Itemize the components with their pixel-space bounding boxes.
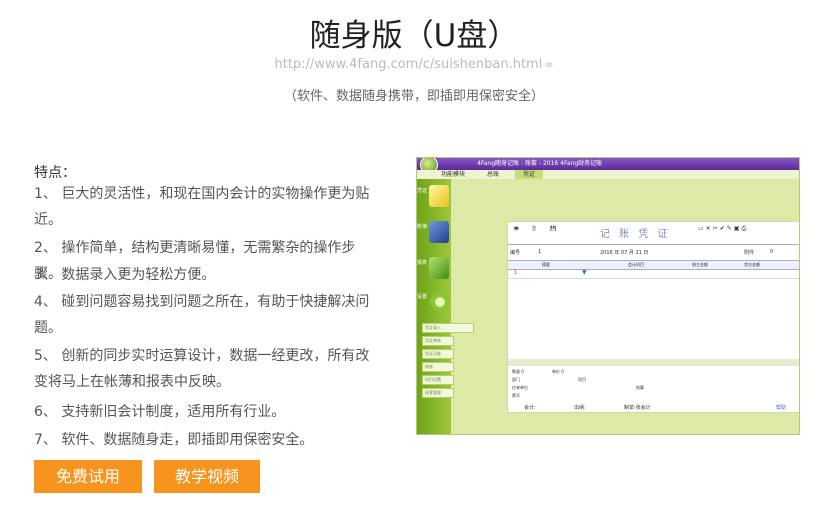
footer-preparer: 制单:张会计 xyxy=(624,405,651,411)
row-no: 1 xyxy=(514,270,518,276)
col-account: 会计科目 xyxy=(628,262,644,267)
ledger-book-icon xyxy=(429,221,449,243)
voucher-icon xyxy=(429,185,449,207)
free-trial-button[interactable]: 免费试用 xyxy=(34,460,142,493)
page-url-text[interactable]: http://www.4fang.com/c/suishenban.html xyxy=(274,57,542,72)
footer-field: 结算 xyxy=(636,385,644,390)
app-menu-item: 总账 xyxy=(487,171,500,178)
footer-field: 单价 0 xyxy=(552,369,564,374)
footer-field: 部门 xyxy=(512,377,520,382)
app-sub-link: 凭证记账 xyxy=(422,349,454,359)
app-menu-bar: 功能模块 总账 凭证 xyxy=(417,170,799,179)
app-window-title: 4Fang随身记账 - 账套 - 2016 4Fang财务记账 xyxy=(477,160,603,167)
col-debit: 借方金额 xyxy=(692,262,708,267)
toolbar-icons: ▭✕✂✔✎▣⎙ xyxy=(698,225,749,232)
gear-icon xyxy=(429,291,451,313)
report-icon xyxy=(429,257,449,279)
link-icon[interactable]: ∞ xyxy=(544,58,553,71)
col-credit: 贷方金额 xyxy=(744,262,760,267)
help-link: 帮助 xyxy=(776,405,787,411)
voucher-date: 2016 年 07 月 21 日 xyxy=(600,250,649,256)
voucher-grid-row: 1 ▼ xyxy=(508,269,799,279)
voucher-no-label: 编号 xyxy=(510,250,521,256)
features-heading: 特点： xyxy=(34,165,76,181)
footer-field: 项目 xyxy=(578,377,586,382)
save-icon: 💾 xyxy=(550,226,557,232)
page-url[interactable]: http://www.4fang.com/c/suishenban.html ∞ xyxy=(0,57,828,72)
title-underline xyxy=(508,244,799,245)
feature-item: 4、 碰到问题容易找到问题之所在，有助于快捷解决问题。 xyxy=(34,294,370,336)
page-subtitle: （软件、数据随身携带，即插即用保密安全） xyxy=(283,89,544,104)
attach-count: 0 xyxy=(770,249,774,255)
tutorial-video-button[interactable]: 教学视频 xyxy=(154,460,260,493)
app-sub-link: 凭证录入 xyxy=(422,323,474,333)
app-sub-link: 科目设置 xyxy=(422,375,454,385)
page-title: 随身版（U盘） xyxy=(309,18,519,54)
footer-accountant: 会计: xyxy=(524,405,536,411)
feature-item: 3、 数据录入更为轻松方便。 xyxy=(34,267,216,283)
voucher-no: 1 xyxy=(538,249,542,255)
footer-field: 数量 0 xyxy=(512,369,524,374)
document-icon: 🗎 xyxy=(532,226,537,232)
voucher-title: 记 账 凭 证 xyxy=(600,229,671,240)
feature-item: 6、 支持新旧会计制度，适用所有行业。 xyxy=(34,404,286,420)
app-sidebar-label: 报表 xyxy=(417,260,428,266)
attach-label: 附件 xyxy=(744,250,755,256)
feature-item: 1、 巨大的灵活性，和现在国内会计的实物操作更为贴近。 xyxy=(34,186,370,228)
footer-cashier: 出纳: xyxy=(574,405,586,411)
app-sub-link: 账套管理 xyxy=(422,388,454,398)
app-menu-item: 凭证 xyxy=(515,170,544,179)
app-sub-link: 凭证审核 xyxy=(422,336,454,346)
feature-item: 7、 软件、数据随身走，即插即用保密安全。 xyxy=(34,432,314,448)
app-menu-item: 功能模块 xyxy=(441,171,466,178)
horizontal-scrollbar xyxy=(508,359,799,366)
footer-field: 票号 xyxy=(512,393,520,398)
app-sidebar-label: 账簿 xyxy=(417,224,428,230)
product-screenshot: 4Fang随身记账 - 账套 - 2016 4Fang财务记账 功能模块 总账 … xyxy=(416,157,800,435)
app-sub-link: 结账 xyxy=(422,362,454,372)
app-sidebar-label: 凭证 xyxy=(417,188,428,194)
print-icon: 🖶 xyxy=(514,226,519,232)
voucher-panel: 🖶 🗎 💾 记 账 凭 证 ▭✕✂✔✎▣⎙ 编号 1 2016 年 07 月 2… xyxy=(507,221,799,413)
footer-field: 往来单位 xyxy=(512,385,528,390)
app-title-bar: 4Fang随身记账 - 账套 - 2016 4Fang财务记账 xyxy=(417,158,799,174)
dropdown-icon: ▼ xyxy=(582,269,587,276)
feature-item: 5、 创新的同步实时运算设计，数据一经更改，所有改变将马上在帐薄和报表中反映。 xyxy=(34,348,370,390)
app-sidebar-label: 设置 xyxy=(417,294,428,300)
col-summary: 摘要 xyxy=(542,262,550,267)
